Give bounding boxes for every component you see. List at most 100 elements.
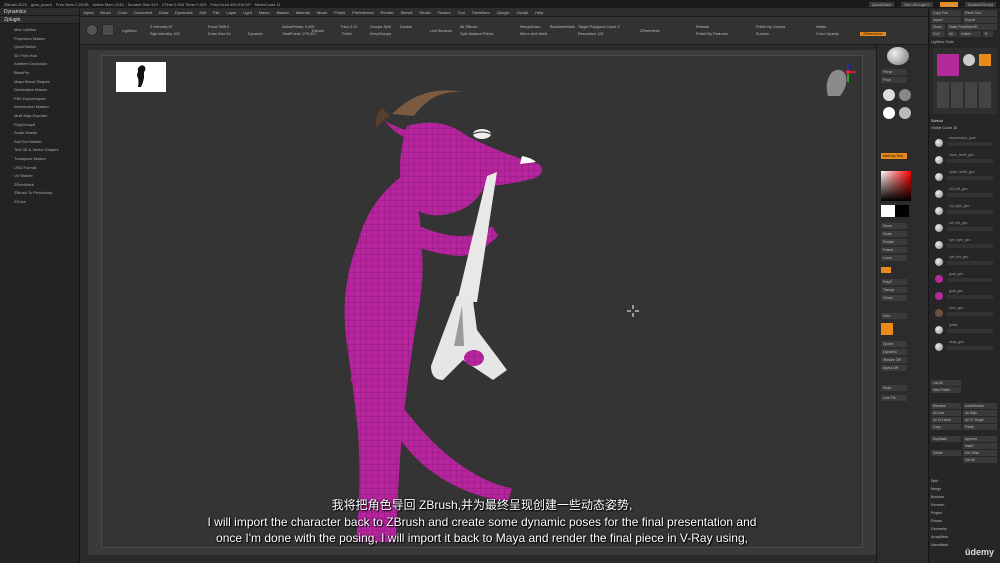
menu-layer[interactable]: Layer [223,10,240,15]
lightbox-icon[interactable] [102,24,114,36]
material-button[interactable]: MatCap Red [881,153,907,159]
zremesher-shortcut-button[interactable]: ZRemesher [860,32,886,36]
list-all-button[interactable]: List All [931,380,961,386]
rgb-intensity-slider[interactable]: Rgb Intensity 100 [150,32,180,36]
draw-size-slider[interactable]: Draw Size 64 [208,32,231,36]
remesh-subpalette[interactable]: Remesh [931,502,944,508]
all-zbrush-button[interactable]: All ZBrush [460,25,478,29]
default-zscript-button[interactable]: DefaultZScript [964,1,996,7]
floor-button[interactable]: Floor [881,77,907,83]
transp-button[interactable]: Transp [881,287,907,293]
matcap-icon[interactable] [899,89,911,101]
project-subpalette[interactable]: Project [931,510,942,516]
menu-zscript[interactable]: Zscript [513,10,532,15]
new-folder-button[interactable]: New Folder [931,387,961,393]
delete-button[interactable]: Delete [931,450,961,456]
extract-subpalette[interactable]: Extract [931,518,942,524]
scale-button[interactable]: Scale [881,231,907,237]
simple-brush-icon[interactable] [979,54,991,66]
plugin-item[interactable]: USD Format [14,164,79,173]
white-material-icon[interactable] [883,107,895,119]
polish-toggle[interactable]: Polish [342,32,352,36]
make-polymesh-button[interactable]: Make PolyMesh3D [947,24,997,30]
lightbox-tools-label[interactable]: Lightbox Tools [931,39,954,45]
plugin-item[interactable]: SubTool Master [14,138,79,147]
brush-preview-icon[interactable] [887,47,909,65]
secondary-color-swatch[interactable] [895,205,909,217]
subtool-item[interactable]: eye_right_geo [935,238,995,252]
line-fill-button[interactable]: Line Fill [881,395,907,401]
menu-movie[interactable]: Movie [313,10,330,15]
zplugin-palette-header[interactable]: Zplugin [0,16,79,24]
copy-tool-button[interactable]: Copy Tool [931,10,961,16]
menu-draw[interactable]: Draw [156,10,172,15]
inflate-slider[interactable]: Inflate [816,25,826,29]
menu-help[interactable]: Help [532,10,547,15]
focal-shift-slider[interactable]: Focal Shift 0 [208,25,229,29]
goz-visible-button[interactable]: Visible [959,31,981,37]
dynamic-toggle[interactable]: Dynamic [248,32,263,36]
subtool-item[interactable]: strap_geo [935,340,995,354]
del-other-button[interactable]: Del Other [963,450,997,456]
insert-button[interactable]: Insert [963,443,997,449]
menu-dynamics[interactable]: Dynamics [172,10,196,15]
menu-picker[interactable]: Picker [331,10,349,15]
subtool-item[interactable]: lower_teeth_geo [935,153,995,167]
dynamics-palette-header[interactable]: Dynamics [0,8,79,16]
target-polygons-slider[interactable]: Target Polygons Count 5 [578,25,620,29]
boolean-subpalette[interactable]: Boolean [931,494,944,500]
menu-stencil[interactable]: Stencil [397,10,416,15]
double-toggle[interactable]: Double [400,25,412,29]
plugin-item[interactable]: Projection Master [14,35,79,44]
document-canvas[interactable] [101,55,863,548]
goz-all-button[interactable]: All [947,31,957,37]
tool-thumbnails[interactable] [933,48,997,114]
all-high-button[interactable]: All High [963,410,997,416]
thick-slider[interactable]: Thick 0.02 [340,25,358,29]
menu-material[interactable]: Material [292,10,313,15]
menu-document[interactable]: Document [131,10,156,15]
ghost-button[interactable]: Ghost [881,295,907,301]
export-button[interactable]: Export [963,17,997,23]
plugin-item[interactable]: Transpose Master [14,155,79,164]
plugin-item[interactable]: FBX ExportImport [14,95,79,104]
del-all-button[interactable]: Del All [963,457,997,463]
paste-button[interactable]: Paste [963,424,997,430]
menu-tool[interactable]: Tool [454,10,468,15]
texture-button[interactable]: Texture Off [881,357,907,363]
refresh-button[interactable]: Refresh [696,25,709,29]
arraymesh-subpalette[interactable]: ArrayMesh [931,534,948,540]
duplicate-button[interactable]: Duplicate [931,436,961,442]
menu-edit[interactable]: Edit [196,10,210,15]
subtool-item[interactable]: Lid_right_geo [935,204,995,218]
plugin-item[interactable]: Maya Blend Shapes [14,78,79,87]
subtool-item[interactable]: goat_geo [935,272,995,286]
goat-tool-thumbnail[interactable] [937,54,959,76]
all-low-button[interactable]: All Low [931,410,961,416]
plugin-item[interactable]: QuickSketch [14,43,79,52]
polish-by-groups-button[interactable]: Polish By Groups [756,25,785,29]
dynamic-button[interactable]: Dynamic [881,349,907,355]
quicksave-button[interactable]: QuickSave [868,1,895,7]
merge-down-button[interactable]: MergeDown [520,25,540,29]
menu-transform[interactable]: Transform [468,10,493,15]
subtool-item[interactable]: horn_geo [935,306,995,320]
copy-button[interactable]: Copy [931,424,961,430]
surface-toggle[interactable]: Surface [756,32,769,36]
menu-render[interactable]: Render [377,10,397,15]
merge-subpalette[interactable]: Merge [931,486,941,492]
menu-zplugin[interactable]: Zplugin [493,10,513,15]
menu-stroke[interactable]: Stroke [416,10,434,15]
subtool-item[interactable]: Lid_left_geo [935,187,995,201]
polyf-button[interactable]: PolyF [881,279,907,285]
clone-button[interactable]: Clone [931,24,945,30]
zremesher-button[interactable]: ZRemesher [640,29,660,33]
resolution-slider[interactable]: Resolution 128 [578,32,603,36]
menu-marker[interactable]: Marker [273,10,292,15]
subtool-item[interactable]: expressions_goat [935,136,995,150]
tool-icons-grid[interactable] [937,82,993,108]
snap-button[interactable]: Snap [881,385,907,391]
plugin-item[interactable]: Scale Master [14,129,79,138]
menu-light[interactable]: Light [240,10,255,15]
alpha-button[interactable]: Alpha Off [881,365,907,371]
